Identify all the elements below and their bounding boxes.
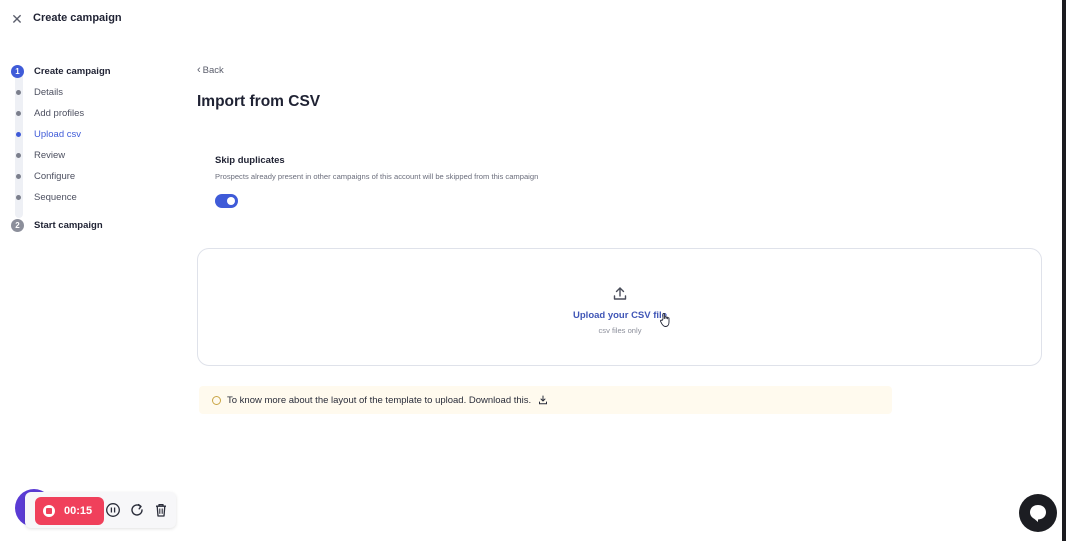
- substep-sequence[interactable]: Sequence: [15, 190, 77, 204]
- window-edge: [1062, 0, 1066, 541]
- substep-dot: [16, 110, 21, 116]
- page-header-title: Create campaign: [33, 12, 122, 24]
- step-create-campaign[interactable]: 1 Create campaign: [11, 64, 111, 78]
- step-number-2: 2: [11, 218, 24, 232]
- substep-review[interactable]: Review: [15, 148, 65, 162]
- download-icon[interactable]: [538, 395, 548, 405]
- substep-add-profiles[interactable]: Add profiles: [15, 106, 84, 120]
- skip-duplicates-description: Prospects already present in other campa…: [215, 172, 539, 181]
- step-label: Start campaign: [34, 219, 103, 231]
- upload-icon: [613, 287, 627, 300]
- substep-label: Upload csv: [34, 128, 81, 140]
- pause-icon[interactable]: [105, 502, 121, 518]
- substep-dot: [16, 89, 21, 95]
- close-icon[interactable]: ✕: [10, 12, 24, 26]
- chat-launcher-button[interactable]: [1019, 494, 1057, 532]
- stop-recording-button[interactable]: 00:15: [35, 497, 104, 525]
- substep-label: Sequence: [34, 191, 77, 203]
- toggle-knob: [227, 197, 235, 205]
- substep-details[interactable]: Details: [15, 85, 63, 99]
- substep-label: Review: [34, 149, 66, 161]
- upload-csv-link[interactable]: Upload your CSV file: [572, 310, 668, 321]
- step-number-1: 1: [11, 64, 24, 78]
- hand-cursor-icon: [660, 313, 670, 327]
- substep-label: Configure: [34, 170, 76, 182]
- info-text: To know more about the layout of the tem…: [227, 394, 532, 406]
- trash-icon[interactable]: [153, 502, 169, 518]
- restart-icon[interactable]: [129, 502, 145, 518]
- chat-icon: [1030, 505, 1046, 522]
- info-icon: [212, 395, 221, 405]
- substep-label: Add profiles: [34, 107, 85, 119]
- substep-upload-csv[interactable]: Upload csv: [15, 127, 81, 141]
- substep-configure[interactable]: Configure: [15, 169, 75, 183]
- screen-recorder: 00:15: [15, 489, 176, 529]
- skip-duplicates-title: Skip duplicates: [215, 155, 285, 166]
- substep-dot-active: [16, 131, 21, 137]
- recording-time: 00:15: [64, 505, 93, 517]
- back-label: Back: [202, 64, 224, 76]
- template-info-banner[interactable]: To know more about the layout of the tem…: [199, 386, 892, 414]
- substep-dot: [16, 194, 21, 200]
- page-title: Import from CSV: [197, 93, 321, 110]
- back-link[interactable]: ‹ Back: [197, 64, 224, 76]
- skip-duplicates-toggle[interactable]: [215, 194, 238, 208]
- substep-label: Details: [34, 86, 64, 98]
- step-label: Create campaign: [34, 65, 111, 77]
- substep-dot: [16, 152, 21, 158]
- csv-dropzone[interactable]: [197, 248, 1042, 366]
- upload-csv-hint: csv files only: [598, 326, 642, 335]
- step-start-campaign[interactable]: 2 Start campaign: [11, 218, 103, 232]
- substep-dot: [16, 173, 21, 179]
- stop-icon: [43, 505, 55, 517]
- chevron-left-icon: ‹: [197, 64, 201, 76]
